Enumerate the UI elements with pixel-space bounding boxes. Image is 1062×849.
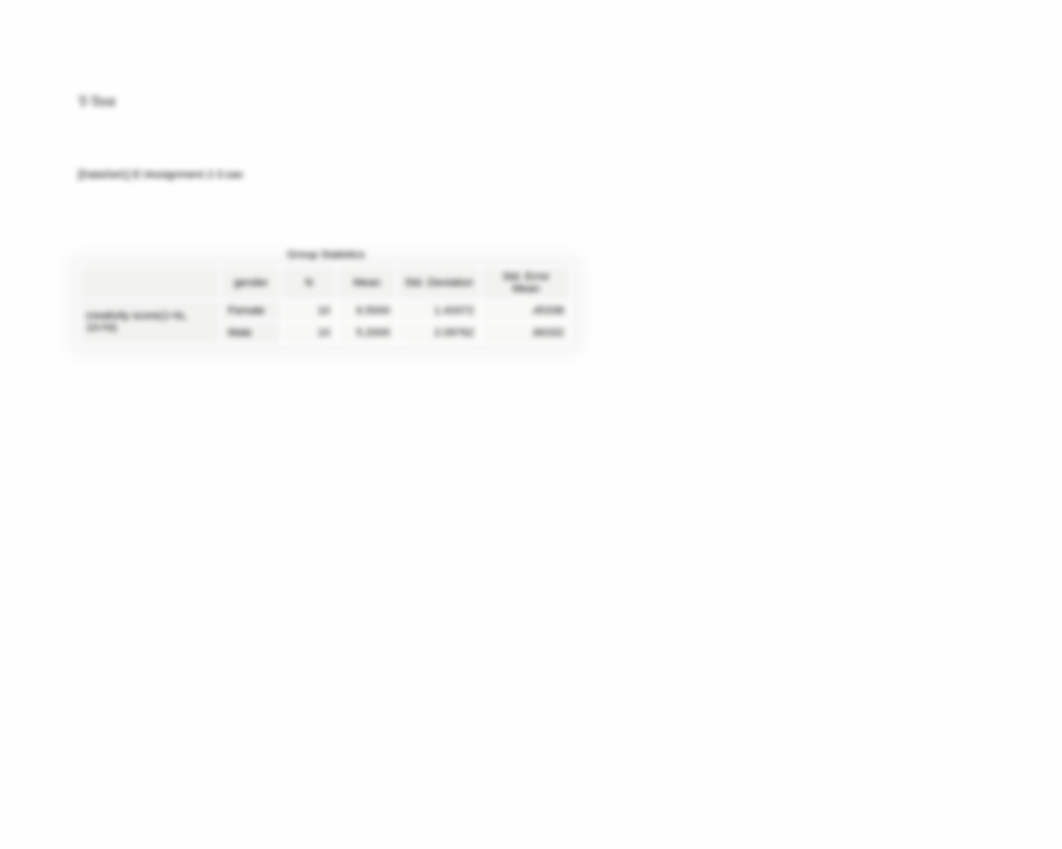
gender-cell: Female (221, 300, 281, 322)
table-header-row: gender N Mean Std. Deviation Std. Error … (79, 266, 571, 300)
output-page: T-Test [DataSet1] E:\Assignment 2-3.sav … (78, 94, 574, 345)
table-row: creativity score(1=lo, 10=hi) Female 10 … (79, 300, 571, 322)
gender-cell: Male (221, 322, 281, 344)
header-std-err: Std. Error Mean (481, 266, 571, 300)
dataset-path: [DataSet1] E:\Assignment 2-3.sav (78, 169, 574, 181)
header-n: N (281, 266, 337, 300)
page-title: T-Test (78, 94, 574, 111)
std-err-cell: .45338 (481, 300, 571, 322)
group-statistics-table: gender N Mean Std. Deviation Std. Error … (78, 265, 572, 345)
header-mean: Mean (337, 266, 397, 300)
table-caption: Group Statistics (78, 249, 574, 261)
std-err-cell: .66332 (481, 322, 571, 344)
std-dev-cell: 2.09762 (397, 322, 481, 344)
variable-label: creativity score(1=lo, 10=hi) (79, 300, 221, 344)
n-cell: 10 (281, 322, 337, 344)
mean-cell: 6.5000 (337, 300, 397, 322)
mean-cell: 5.2000 (337, 322, 397, 344)
n-cell: 10 (281, 300, 337, 322)
std-dev-cell: 1.43372 (397, 300, 481, 322)
group-statistics-block: Group Statistics gender N Mean Std. Devi… (78, 249, 574, 345)
header-std-dev: Std. Deviation (397, 266, 481, 300)
header-blank (79, 266, 221, 300)
header-gender: gender (221, 266, 281, 300)
